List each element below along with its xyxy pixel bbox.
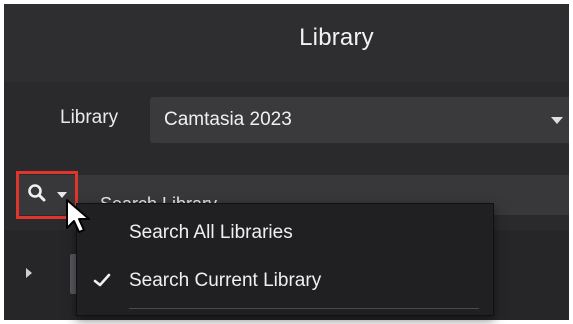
dropdown-caret-icon xyxy=(551,117,563,124)
library-selector-row: Library Camtasia 2023 xyxy=(4,82,569,164)
menu-item-search-all-libraries[interactable]: Search All Libraries xyxy=(77,212,495,252)
menu-item-label: Search Current Library xyxy=(129,270,322,291)
library-label: Library xyxy=(60,107,119,128)
mouse-cursor-icon xyxy=(66,199,90,233)
library-dropdown[interactable]: Camtasia 2023 xyxy=(150,97,569,143)
search-icon xyxy=(28,184,46,202)
menu-separator xyxy=(129,308,479,309)
menu-item-label: Search All Libraries xyxy=(129,222,293,243)
panel-title: Library xyxy=(299,24,374,51)
search-scope-menu: Search All Libraries Search Current Libr… xyxy=(76,203,494,316)
expand-arrow-icon[interactable] xyxy=(26,268,32,278)
checkmark-icon xyxy=(93,273,111,287)
library-dropdown-value: Camtasia 2023 xyxy=(164,109,292,130)
menu-item-search-current-library[interactable]: Search Current Library xyxy=(77,260,495,300)
title-bar: Library xyxy=(4,4,569,82)
